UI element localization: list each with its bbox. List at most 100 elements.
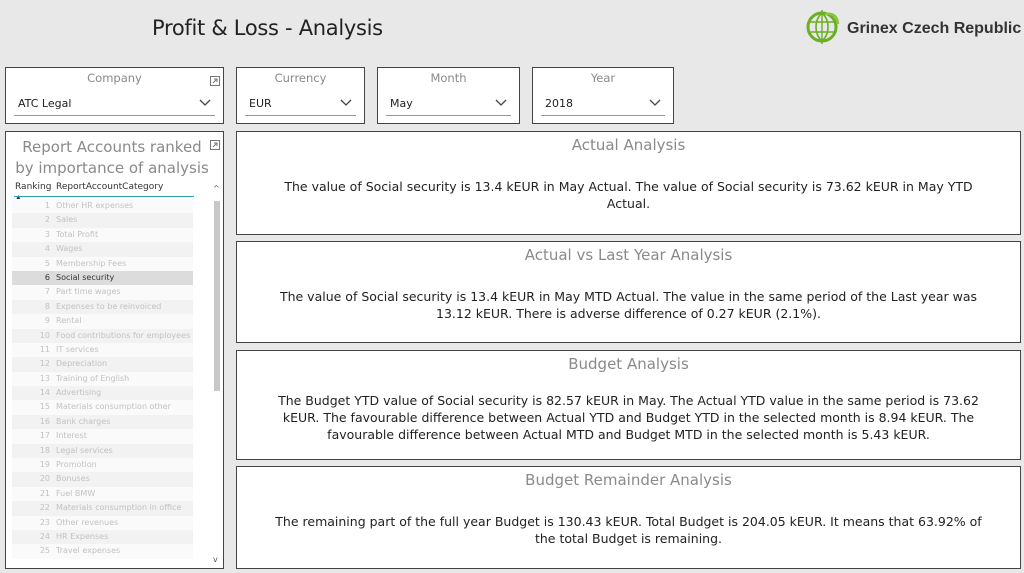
rank-cell: 18 (39, 445, 50, 455)
logo-text: Grinex Czech Republic (847, 20, 1022, 37)
company-dropdown-value: ATC Legal (18, 97, 72, 110)
rank-cell: 21 (39, 488, 50, 498)
rank-cell: 23 (39, 517, 50, 527)
category-cell: HR Expenses (56, 531, 109, 541)
category-cell: Materials consumption other (56, 402, 171, 412)
globe-logo-icon (806, 10, 840, 44)
rank-cell: 24 (39, 531, 50, 541)
rank-cell: 15 (39, 402, 50, 412)
table-row[interactable]: 22 Materials consumption in office (12, 501, 193, 516)
month-slicer: Month May (377, 67, 520, 124)
rank-cell: 1 (44, 201, 50, 210)
budget-analysis-card: Budget Analysis The Budget YTD value of … (236, 350, 1021, 460)
chevron-down-icon (199, 99, 211, 106)
table-row[interactable]: 10 Food contributions for employees (12, 328, 193, 343)
rank-cell: 6 (44, 272, 50, 282)
currency-dropdown[interactable]: EUR (245, 93, 356, 116)
currency-slicer: Currency EUR (236, 67, 365, 124)
scrollbar-thumb[interactable] (214, 201, 220, 391)
table-row[interactable]: 7 Part time wages (12, 285, 193, 300)
category-cell: Rental (56, 316, 82, 326)
table-row[interactable]: 9 Rental (12, 314, 193, 329)
category-cell: Social security (56, 272, 115, 282)
actual-vs-last-year-title: Actual vs Last Year Analysis (524, 246, 733, 264)
budget-remainder-card: Budget Remainder Analysis The remaining … (236, 466, 1021, 569)
table-row[interactable]: 23 Other revenues (12, 515, 193, 530)
rank-cell: 25 (39, 546, 50, 556)
table-row[interactable]: 15 Materials consumption other (12, 400, 193, 415)
month-dropdown[interactable]: May (386, 93, 511, 116)
table-row[interactable]: 20 Bonuses (12, 472, 193, 487)
table-row[interactable]: 4 Wages (12, 242, 193, 257)
table-row[interactable]: 1 Other HR expenses (12, 199, 193, 214)
table-row[interactable]: 24 HR Expenses (12, 529, 193, 545)
actual-analysis-card: Actual Analysis The value of Social secu… (236, 131, 1021, 235)
table-row[interactable]: 3 Total Profit (12, 227, 193, 243)
rank-cell: 4 (44, 244, 50, 254)
table-row[interactable]: 16 Bank charges (12, 414, 193, 430)
category-cell: Bonuses (56, 474, 90, 484)
header-divider (14, 196, 194, 197)
month-dropdown-value: May (390, 97, 413, 110)
category-cell: Other HR expenses (56, 201, 134, 210)
category-cell: Legal services (56, 445, 113, 455)
rank-cell: 20 (39, 474, 50, 484)
company-slicer: Company ATC Legal (5, 67, 224, 124)
rank-cell: 17 (39, 431, 50, 441)
ranking-column-header[interactable]: Ranking (15, 182, 51, 192)
rank-cell: 8 (44, 301, 50, 311)
vertical-scrollbar[interactable]: ^ v (213, 184, 221, 564)
category-cell: IT services (56, 344, 99, 354)
category-cell: Other revenues (56, 517, 119, 527)
budget-remainder-title: Budget Remainder Analysis (525, 471, 732, 489)
category-cell: Advertising (56, 388, 102, 398)
chevron-down-icon (495, 99, 507, 106)
category-cell: Promotion (56, 460, 97, 470)
category-cell: Travel expenses (56, 546, 121, 556)
table-row[interactable]: 12 Depreciation (12, 357, 193, 372)
actual-analysis-title: Actual Analysis (571, 136, 686, 154)
table-row[interactable]: 11 IT services (12, 342, 193, 358)
category-cell: Food contributions for employees (56, 330, 191, 340)
rank-cell: 12 (39, 359, 50, 369)
table-row[interactable]: 21 Fuel BMW (12, 486, 193, 502)
focus-mode-icon[interactable] (210, 71, 220, 90)
table-row[interactable]: 6 Social security (12, 270, 193, 286)
table-row[interactable]: 2 Sales (12, 213, 193, 228)
category-cell: Expenses to be reinvoiced (56, 301, 162, 311)
year-dropdown[interactable]: 2018 (541, 93, 665, 116)
year-slicer-label: Year (590, 71, 616, 85)
month-slicer-label: Month (430, 71, 467, 85)
table-row[interactable]: 13 Training of English (12, 371, 193, 387)
company-dropdown[interactable]: ATC Legal (14, 93, 215, 116)
table-row[interactable]: 5 Membership Fees (12, 256, 193, 271)
rank-cell: 7 (44, 287, 50, 297)
table-row[interactable]: 14 Advertising (12, 386, 193, 401)
category-cell: Materials consumption in office (56, 503, 182, 513)
ranking-table-body: 1 Other HR expenses 2 Sales 3 Total Profit 4 Wa… (12, 199, 193, 559)
report-accounts-ranking-panel: Report Accounts ranked by importance of … (5, 131, 224, 569)
actual-vs-last-year-text: The value of Social security is 13.4 kEU… (279, 289, 978, 321)
budget-analysis-title: Budget Analysis (568, 355, 689, 373)
table-row[interactable]: 8 Expenses to be reinvoiced (12, 299, 193, 315)
rank-cell: 13 (39, 373, 50, 383)
rank-cell: 3 (44, 229, 50, 239)
scroll-down-icon[interactable]: v (213, 555, 218, 564)
scroll-up-icon[interactable]: ^ (213, 184, 220, 193)
rank-cell: 2 (44, 215, 50, 225)
category-cell: Membership Fees (56, 258, 127, 268)
table-row[interactable]: 25 Travel expenses (12, 544, 193, 559)
table-row[interactable]: 18 Legal services (12, 443, 193, 459)
category-cell: Fuel BMW (56, 488, 96, 498)
ranking-panel-title: Report Accounts ranked by importance of … (15, 138, 209, 177)
table-row[interactable]: 19 Promotion (12, 458, 193, 473)
category-cell: Interest (56, 431, 87, 441)
table-row[interactable]: 17 Interest (12, 429, 193, 444)
rank-cell: 16 (39, 416, 50, 426)
rank-cell: 5 (44, 258, 50, 268)
actual-vs-last-year-card: Actual vs Last Year Analysis The value o… (236, 241, 1021, 343)
category-cell: Bank charges (56, 416, 111, 426)
budget-analysis-text: The Budget YTD value of Social security … (278, 393, 979, 442)
category-column-header[interactable]: ReportAccountCategory (56, 182, 163, 192)
actual-analysis-text: The value of Social security is 13.4 kEU… (284, 179, 973, 211)
